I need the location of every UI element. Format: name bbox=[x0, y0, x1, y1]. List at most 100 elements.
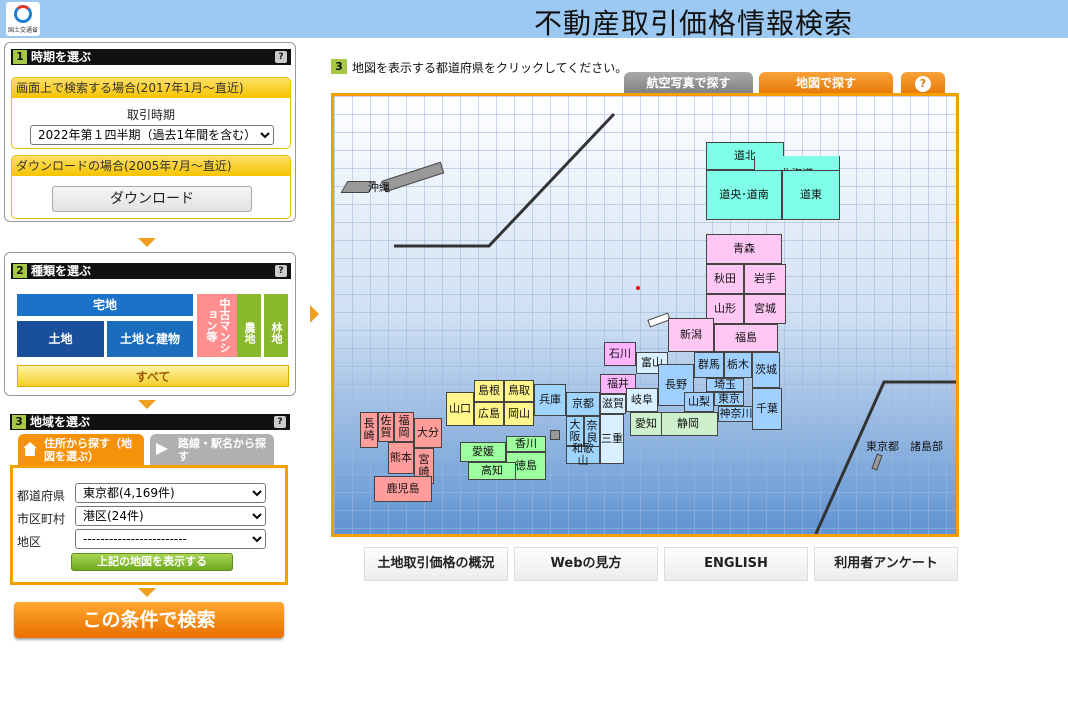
pref-shiga[interactable]: 滋賀 bbox=[600, 394, 626, 414]
pref-yamanashi[interactable]: 山梨 bbox=[684, 392, 714, 412]
pref-doo-donan[interactable]: 道央･道南 bbox=[706, 170, 782, 220]
pref-okinawa[interactable]: 沖縄 bbox=[368, 179, 390, 195]
survey-button[interactable]: 利用者アンケート bbox=[814, 547, 958, 581]
pref-aomori[interactable]: 青森 bbox=[706, 234, 782, 264]
pref-okayama[interactable]: 岡山 bbox=[504, 402, 534, 426]
logo-caption: 国土交通省 bbox=[7, 27, 38, 34]
pref-tokyo[interactable]: 東京 bbox=[714, 392, 744, 406]
pref-akita[interactable]: 秋田 bbox=[706, 264, 744, 294]
pref-gifu[interactable]: 岐阜 bbox=[626, 388, 658, 412]
district-select[interactable]: ------------------------ bbox=[75, 529, 266, 549]
tab-address-label: 住所から探す（地図を選ぶ） bbox=[44, 437, 132, 463]
step1-header: 1 時期を選ぶ ? bbox=[11, 49, 291, 65]
pref-kyoto[interactable]: 京都 bbox=[566, 392, 600, 416]
arrow-down-icon bbox=[138, 238, 156, 247]
japan-map: 沖縄 道北 北海道 道央･道南 道東 青森 秋田 岩手 山形 宮城 福島 新潟 … bbox=[331, 93, 959, 537]
map-marker-icon bbox=[636, 286, 640, 290]
tab-station-label: 路線・駅名から探す bbox=[178, 437, 266, 463]
pref-tochigi[interactable]: 栃木 bbox=[724, 352, 752, 378]
step3-number: 3 bbox=[12, 415, 26, 429]
pref-ehime[interactable]: 愛媛 bbox=[460, 442, 506, 462]
pref-gunma[interactable]: 群馬 bbox=[694, 352, 724, 378]
home-icon bbox=[23, 442, 37, 456]
tab-map-search[interactable]: 地図で探す bbox=[759, 72, 893, 94]
pref-mie[interactable]: 三重 bbox=[600, 414, 624, 464]
city-select[interactable]: 港区(24件) bbox=[75, 506, 266, 526]
mlit-logo[interactable]: 国土交通省 bbox=[6, 2, 40, 36]
pref-kagoshima[interactable]: 鹿児島 bbox=[374, 476, 432, 502]
step1-period-panel: 1 時期を選ぶ ? 画面上で検索する場合(2017年1月～直近) 取引時期 202… bbox=[4, 42, 296, 222]
period-select[interactable]: 2022年第１四半期（過去1年間を含む） bbox=[30, 125, 274, 145]
pref-label: 都道府県 bbox=[17, 489, 66, 503]
arrow-right-icon bbox=[310, 305, 319, 323]
show-map-button[interactable]: 上記の地図を表示する bbox=[71, 553, 233, 571]
search-button[interactable]: この条件で検索 bbox=[14, 602, 284, 638]
tochi-tatemono-button[interactable]: 土地と建物 bbox=[107, 321, 193, 357]
pref-iwate[interactable]: 岩手 bbox=[744, 264, 786, 294]
pref-tottori[interactable]: 鳥取 bbox=[504, 380, 534, 402]
download-button[interactable]: ダウンロード bbox=[52, 186, 252, 212]
step2-header: 2 種類を選ぶ ? bbox=[11, 263, 291, 279]
pref-saitama[interactable]: 埼玉 bbox=[706, 378, 744, 392]
screen-search-label: 画面上で検索する場合(2017年1月～直近) bbox=[12, 78, 290, 98]
all-types-button[interactable]: すべて bbox=[17, 365, 289, 387]
tab-address-search[interactable]: 住所から探す（地図を選ぶ） bbox=[18, 434, 144, 466]
pref-oita[interactable]: 大分 bbox=[414, 418, 442, 448]
pref-miyagi[interactable]: 宮城 bbox=[744, 294, 786, 324]
divider-line bbox=[814, 380, 956, 534]
pref-select[interactable]: 東京都(4,169件) bbox=[75, 483, 266, 503]
pref-fukushima[interactable]: 福島 bbox=[714, 324, 778, 352]
step2-number: 2 bbox=[13, 264, 27, 278]
screen-search-box: 画面上で検索する場合(2017年1月～直近) 取引時期 2022年第１四半期（過… bbox=[11, 77, 291, 149]
help-icon[interactable]: ? bbox=[274, 416, 286, 428]
site-title: 不動産取引価格情報検索 bbox=[534, 7, 854, 40]
pref-hyogo[interactable]: 兵庫 bbox=[534, 384, 566, 416]
divider-line bbox=[394, 112, 616, 248]
tab-aerial-photo[interactable]: 航空写真で探す bbox=[624, 72, 753, 94]
pref-tokyo-islands[interactable]: 東京都 諸島部 bbox=[866, 438, 943, 454]
city-label: 市区町村 bbox=[17, 512, 66, 526]
pref-yamaguchi[interactable]: 山口 bbox=[446, 392, 474, 426]
web-guide-button[interactable]: Webの見方 bbox=[514, 547, 658, 581]
step3-header: 3 地域を選ぶ ? bbox=[10, 414, 290, 430]
pref-kanagawa[interactable]: 神奈川 bbox=[718, 406, 754, 422]
pref-fukuoka[interactable]: 福岡 bbox=[394, 412, 414, 442]
address-search-box: 都道府県 東京都(4,169件) 市区町村 港区(24件) 地区 -------… bbox=[10, 465, 288, 585]
pref-shimane[interactable]: 島根 bbox=[474, 380, 504, 402]
pref-kagawa[interactable]: 香川 bbox=[506, 436, 546, 452]
pref-saga[interactable]: 佐賀 bbox=[378, 412, 394, 442]
tab-station-search[interactable]: 路線・駅名から探す bbox=[150, 434, 274, 466]
pref-kumamoto[interactable]: 熊本 bbox=[388, 442, 414, 474]
tochi-button[interactable]: 土地 bbox=[17, 321, 104, 357]
pref-wakayama[interactable]: 和歌山 bbox=[566, 443, 600, 467]
nochi-button[interactable]: 農地 bbox=[237, 294, 261, 357]
awaji-island[interactable] bbox=[550, 430, 560, 440]
help-icon: ? bbox=[915, 76, 931, 92]
period-label: 取引時期 bbox=[126, 108, 175, 122]
tab-map-help[interactable]: ? bbox=[901, 72, 945, 94]
rinchi-button[interactable]: 林地 bbox=[264, 294, 288, 357]
help-icon[interactable]: ? bbox=[275, 51, 287, 63]
takuchi-button[interactable]: 宅地 bbox=[17, 294, 193, 316]
step3-title: 地域を選ぶ bbox=[30, 415, 91, 429]
arrow-down-icon bbox=[138, 400, 156, 409]
pref-shizuoka[interactable]: 静岡 bbox=[658, 412, 718, 436]
pref-doto[interactable]: 道東 bbox=[782, 170, 840, 220]
pref-niigata[interactable]: 新潟 bbox=[668, 318, 714, 352]
pref-nagasaki[interactable]: 長崎 bbox=[360, 412, 378, 448]
pref-ishikawa[interactable]: 石川 bbox=[604, 342, 636, 366]
overview-button[interactable]: 土地取引価格の概況 bbox=[364, 547, 508, 581]
download-label: ダウンロードの場合(2005年7月～直近) bbox=[12, 156, 290, 176]
chuko-mansion-button[interactable]: 中古マンション等 bbox=[197, 294, 237, 357]
pref-kochi[interactable]: 高知 bbox=[468, 462, 516, 480]
pref-chiba[interactable]: 千葉 bbox=[752, 388, 782, 430]
pref-hiroshima[interactable]: 広島 bbox=[474, 402, 504, 426]
district-label: 地区 bbox=[17, 535, 42, 549]
route-icon bbox=[156, 443, 168, 455]
pref-aichi[interactable]: 愛知 bbox=[630, 412, 662, 436]
pref-ibaraki[interactable]: 茨城 bbox=[752, 352, 780, 388]
english-button[interactable]: ENGLISH bbox=[664, 547, 808, 581]
arrow-down-icon bbox=[138, 588, 156, 597]
logo-emblem-icon bbox=[14, 5, 32, 23]
help-icon[interactable]: ? bbox=[275, 265, 287, 277]
